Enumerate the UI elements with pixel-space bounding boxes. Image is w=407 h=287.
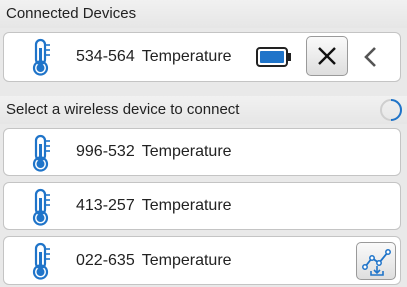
graph-download-icon — [362, 249, 391, 276]
device-label: 996-532 Temperature — [76, 129, 232, 175]
available-devices-title: Select a wireless device to connect — [6, 101, 240, 118]
connected-device-row[interactable]: 534-564 Temperature — [3, 32, 401, 82]
device-type: Temperature — [141, 143, 232, 160]
spinner-icon — [380, 99, 403, 121]
available-device-row[interactable]: 996-532 Temperature — [3, 128, 401, 176]
device-label: 413-257 Temperature — [76, 183, 232, 229]
available-device-row[interactable]: 413-257 Temperature — [3, 182, 401, 230]
device-type: Temperature — [141, 48, 232, 65]
device-label: 534-564 Temperature — [76, 33, 232, 81]
thermometer-icon — [32, 134, 50, 172]
device-id: 534-564 — [76, 48, 135, 65]
device-type: Temperature — [141, 197, 232, 214]
device-type: Temperature — [141, 252, 232, 269]
export-data-button[interactable] — [356, 242, 396, 280]
available-device-row[interactable]: 022-635 Temperature — [3, 236, 401, 285]
close-icon — [318, 47, 336, 65]
device-id: 996-532 — [76, 143, 135, 160]
thermometer-icon — [32, 188, 50, 226]
connected-devices-title: Connected Devices — [6, 5, 137, 22]
thermometer-icon — [32, 38, 50, 76]
device-id: 022-635 — [76, 252, 135, 269]
disconnect-button[interactable] — [306, 36, 348, 76]
chevron-left-icon[interactable] — [360, 45, 382, 69]
connected-devices-header: Connected Devices — [0, 0, 407, 28]
available-devices-header: Select a wireless device to connect — [0, 96, 407, 124]
device-id: 413-257 — [76, 197, 135, 214]
thermometer-icon — [32, 242, 50, 280]
device-label: 022-635 Temperature — [76, 237, 232, 284]
battery-icon — [256, 47, 291, 67]
